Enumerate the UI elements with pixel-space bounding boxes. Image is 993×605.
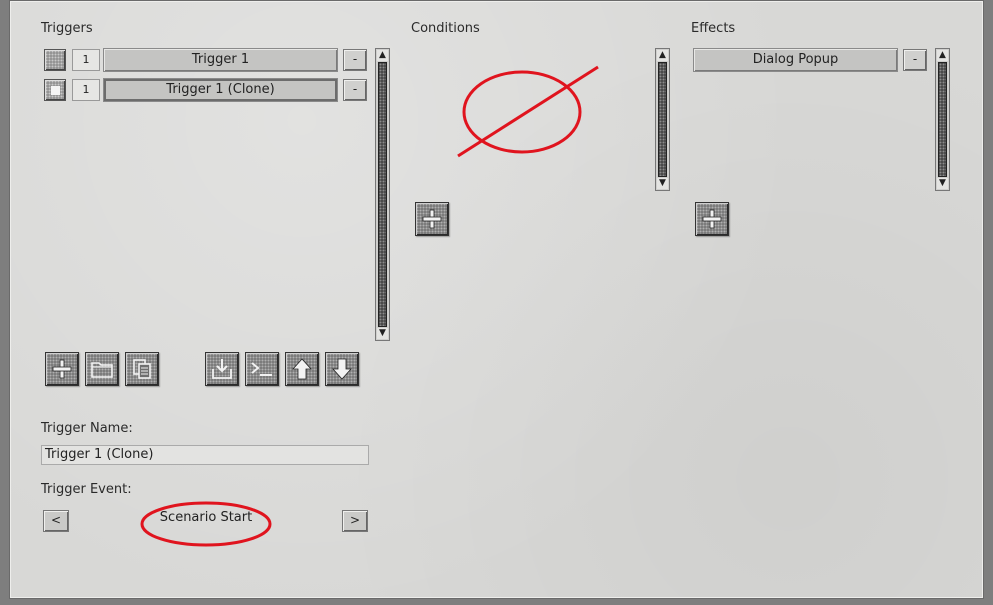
conditions-heading: Conditions <box>411 21 480 36</box>
effects-scrollbar[interactable]: ▲ ▼ <box>935 48 950 191</box>
trigger-name-input[interactable]: Trigger 1 (Clone) <box>41 445 369 465</box>
move-down-icon <box>332 358 352 380</box>
add-icon <box>702 209 722 229</box>
move-down-button[interactable] <box>325 352 359 386</box>
trigger-name-label: Trigger Name: <box>41 421 133 436</box>
console-button[interactable] <box>245 352 279 386</box>
trigger-2-remove-button[interactable]: - <box>343 79 367 101</box>
move-up-button[interactable] <box>285 352 319 386</box>
effects-heading: Effects <box>691 21 736 36</box>
trigger-1-remove-button[interactable]: - <box>343 49 367 71</box>
add-icon <box>52 359 72 379</box>
import-trigger-button[interactable] <box>205 352 239 386</box>
scroll-up-icon[interactable]: ▲ <box>937 50 948 61</box>
scroll-down-icon[interactable]: ▼ <box>377 328 388 339</box>
folder-icon <box>91 362 113 378</box>
trigger-1-checkbox[interactable] <box>44 49 66 71</box>
copy-trigger-button[interactable] <box>125 352 159 386</box>
trigger-1-row[interactable]: Trigger 1 <box>103 48 338 72</box>
add-icon <box>422 209 442 229</box>
trigger-2-number[interactable]: 1 <box>72 79 100 101</box>
triggers-scrollbar[interactable]: ▲ ▼ <box>375 48 390 341</box>
effect-1-row[interactable]: Dialog Popup <box>693 48 898 72</box>
event-prev-button[interactable]: < <box>43 510 69 532</box>
copy-icon <box>133 359 151 379</box>
event-next-button[interactable]: > <box>342 510 368 532</box>
console-icon <box>251 362 272 376</box>
import-icon <box>212 359 232 379</box>
trigger-2-row[interactable]: Trigger 1 (Clone) <box>103 78 338 102</box>
scroll-up-icon[interactable]: ▲ <box>657 50 668 61</box>
scroll-track[interactable] <box>658 62 667 177</box>
scroll-down-icon[interactable]: ▼ <box>937 178 948 189</box>
trigger-2-checkbox[interactable] <box>44 79 66 101</box>
add-condition-button[interactable] <box>415 202 449 236</box>
triggers-heading: Triggers <box>41 21 93 36</box>
conditions-scrollbar[interactable]: ▲ ▼ <box>655 48 670 191</box>
checkbox-mark-icon <box>51 86 60 95</box>
add-trigger-button[interactable] <box>45 352 79 386</box>
scroll-track[interactable] <box>378 62 387 327</box>
scroll-up-icon[interactable]: ▲ <box>377 50 388 61</box>
move-up-icon <box>292 358 312 380</box>
open-folder-button[interactable] <box>85 352 119 386</box>
scroll-track[interactable] <box>938 62 947 177</box>
add-effect-button[interactable] <box>695 202 729 236</box>
scroll-down-icon[interactable]: ▼ <box>657 178 668 189</box>
trigger-event-label: Trigger Event: <box>41 482 132 497</box>
trigger-event-value: Scenario Start <box>159 510 253 525</box>
effect-1-remove-button[interactable]: - <box>903 49 927 71</box>
trigger-1-number[interactable]: 1 <box>72 49 100 71</box>
